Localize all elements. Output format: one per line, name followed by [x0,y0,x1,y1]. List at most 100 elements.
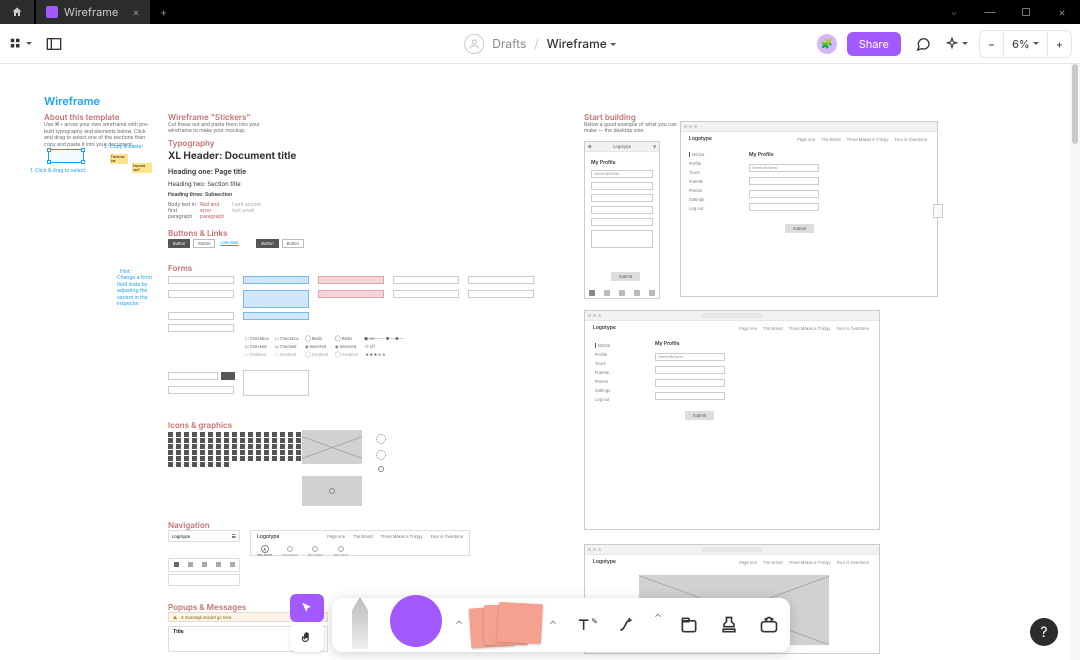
popups-title: Popups & Messages [168,602,246,612]
textarea-sample [243,370,309,396]
p1-sample: Body text in first paragraph [168,202,198,220]
step1-label: 1. Click & drag to select. [30,168,86,174]
h3-sample: Heading three: Subsection [168,192,232,198]
new-tab-button[interactable]: + [150,5,178,19]
vertical-scrollbar[interactable] [1070,64,1080,660]
p2-sample: Red and error paragraph [200,202,230,220]
connector-tool[interactable] [614,612,640,638]
stickers-body: Cut these out and paste them into your w… [168,122,278,134]
input-sample [168,386,234,394]
input-sample [243,312,309,320]
input-sample [468,290,534,298]
input-sample [168,312,234,320]
sticky-note[interactable]: Exposed nav? [132,163,152,173]
window-minimize-button[interactable]: — [972,5,1008,19]
ai-actions-icon[interactable] [945,32,969,56]
sticky-more-icon[interactable]: ⌃ [546,619,560,631]
sticky-note-tool[interactable] [470,603,542,647]
input-sample [168,372,218,380]
input-error-sample [318,276,384,284]
resize-handle-icon [933,204,943,218]
connector-more-icon[interactable]: ⌃ [654,612,662,638]
breadcrumb-project[interactable]: Drafts [492,36,526,51]
icon-grid [168,432,311,467]
close-tab-icon[interactable]: × [132,5,139,19]
section-tool[interactable] [676,612,702,638]
home-button[interactable] [0,0,34,24]
share-button[interactable]: Share [847,32,901,56]
more-tools[interactable] [756,612,782,638]
text-tool[interactable]: ✎ [574,612,600,638]
link-sample: Link label [218,239,242,248]
nav-title: Navigation [168,520,210,530]
breadcrumb-separator: / [534,36,538,51]
window-maximize-button[interactable]: ▢ [1008,5,1044,19]
input-sample [168,276,234,284]
h2-sample: Heading two: Section title [168,181,241,188]
image-placeholder [302,430,362,464]
move-tool[interactable] [290,594,324,622]
icons-title: Icons & graphics [168,420,232,430]
hand-tool[interactable] [290,624,324,652]
nav-large: Logotype Page oneThe BrandThree Makes a … [250,530,470,556]
button-sample: Button [168,239,190,248]
input-sample [168,324,234,332]
button-sample [221,372,235,380]
toolbar-jam: ⌃ ⌃ ✎ ⌃ [332,598,790,652]
radial-icons [376,434,386,472]
tablet-frame[interactable]: Logotype Page oneThe BrandThree Makes a … [680,121,938,297]
h1-sample: Heading one: Page title [168,167,246,176]
mobile-frame[interactable]: ☰Logotype⚲ My Profile Vincent McTanins S… [584,141,660,299]
document-tab[interactable]: Wireframe × [36,0,150,24]
help-button[interactable]: ? [1030,618,1058,646]
nav-small: Logotype ☰ [168,530,240,542]
shape-tool[interactable] [390,595,442,647]
forms-title: Forms [168,263,192,273]
zoom-in-button[interactable]: + [1048,31,1071,57]
tabbar-sample [168,574,240,586]
select-open-sample [243,290,309,308]
input-sample [393,290,459,298]
input-focused-sample [243,276,309,284]
p3-sample: Faint accent text small [232,202,262,214]
breadcrumb-file[interactable]: Wireframe [547,36,616,51]
comments-icon[interactable] [911,32,935,56]
zoom-level[interactable]: 6% [1003,31,1048,57]
tab-title: Wireframe [64,5,118,19]
input-sample [393,276,459,284]
canvas[interactable]: Wireframe About this template Use ⌘+ arr… [0,64,1080,660]
button-sample: Button [256,239,278,248]
frame-title[interactable]: Wireframe [44,94,100,108]
slider-sample: ●────── ●──●── [364,336,404,341]
tabbar-sample [168,558,240,572]
selection-box[interactable] [48,149,84,163]
zoom-out-button[interactable]: − [980,31,1003,57]
xl-header: XL Header: Document title [168,150,296,162]
step2-label: 2. Copy & paste! [104,144,143,150]
main-menu-button[interactable] [8,32,32,56]
window-close-button[interactable]: × [1044,5,1080,19]
image-placeholder [302,476,362,506]
button-sample: Button [193,239,215,248]
typography-title: Typography [168,138,215,148]
window-dropdown-icon[interactable]: ⌄ [936,7,972,17]
stickers-title: Wireframe "Stickers" [168,112,251,122]
breadcrumb: Drafts / Wireframe [464,34,616,54]
buttons-title: Buttons & Links [168,228,227,238]
panels-toggle-button[interactable] [42,32,66,56]
button-sample: Button [282,239,304,248]
start-title: Start building [584,112,636,122]
user-avatar-icon[interactable] [464,34,484,54]
stamp-tool[interactable] [716,612,742,638]
desktop-frame[interactable]: Logotype Page oneThe BrandThree Makes a … [584,310,880,530]
input-sample [468,276,534,284]
input-sample [168,290,234,298]
sticky-note[interactable]: Fixed nav bar [110,154,128,164]
start-body: Below a good example of what you can mak… [584,122,684,134]
input-error-sample [318,290,384,298]
dev-mode-icon[interactable]: 🧩 [817,34,837,54]
marker-tool[interactable] [340,595,380,655]
file-icon [46,6,58,18]
forms-hint-body: Change a form field state by adjusting t… [117,275,163,308]
shape-more-icon[interactable]: ⌃ [452,619,466,631]
